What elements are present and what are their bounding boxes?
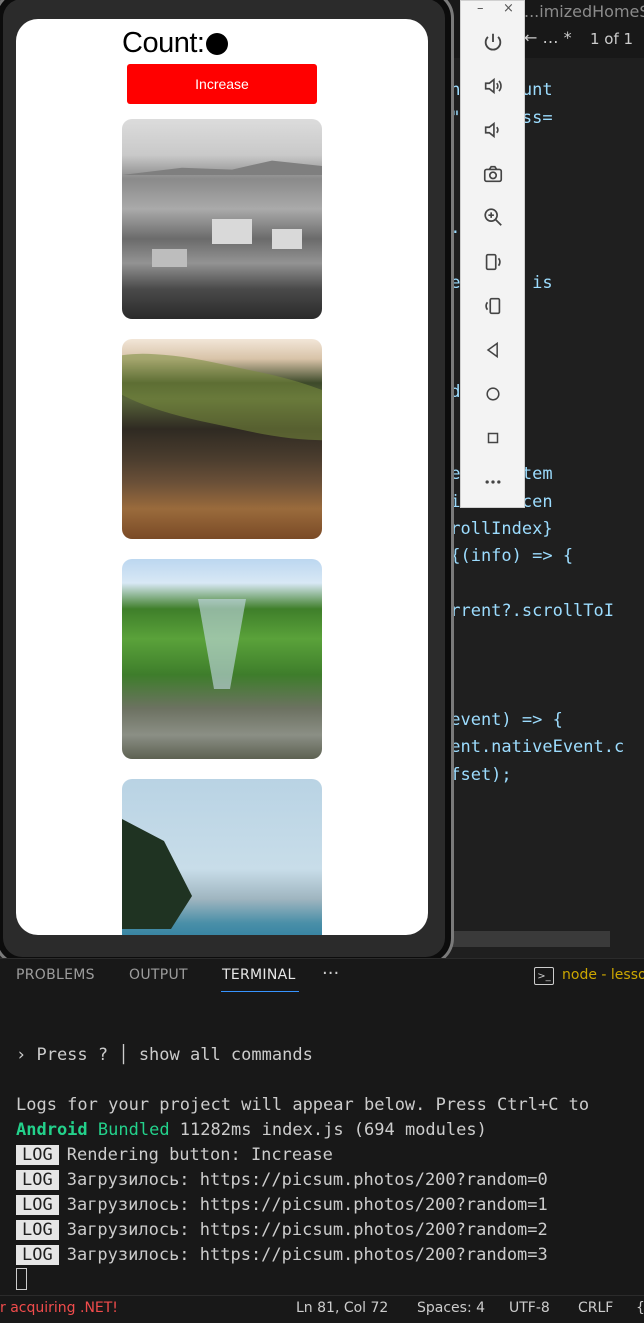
count-value-dot	[206, 33, 229, 55]
log-badge: LOG	[16, 1220, 59, 1240]
rotate-left-icon	[485, 253, 501, 271]
terminal-log-entry: LOG Загрузилось: https://picsum.photos/20…	[16, 1220, 548, 1240]
increase-button[interactable]: Increase	[127, 64, 317, 104]
log-badge: LOG	[16, 1145, 59, 1165]
beach-image	[122, 779, 322, 935]
log-text: Rendering button: Increase	[66, 1145, 333, 1165]
status-language[interactable]: {	[636, 1300, 644, 1316]
log-badge: LOG	[16, 1195, 59, 1215]
editor-tab-title[interactable]: ...imizedHomeSc	[524, 2, 644, 21]
code-line: (event) => {	[440, 710, 563, 730]
emulator-minimize-button[interactable]: –	[477, 1, 484, 16]
terminal-name[interactable]: node - lesso	[562, 967, 644, 983]
log-text: Загрузилось: https://picsum.photos/200?r…	[66, 1170, 548, 1190]
tab-output[interactable]: OUTPUT	[129, 967, 188, 983]
log-badge: LOG	[16, 1170, 59, 1190]
status-eol[interactable]: CRLF	[578, 1300, 613, 1316]
screenshot-button[interactable]	[479, 160, 507, 188]
log-image	[122, 339, 322, 539]
bundle-platform: Android	[16, 1120, 88, 1140]
forest-image	[122, 559, 322, 759]
zoom-button[interactable]	[479, 203, 507, 231]
camera-icon	[483, 165, 503, 183]
status-error[interactable]: r acquiring .NET!	[0, 1300, 118, 1316]
bundle-status: Bundled	[97, 1120, 170, 1140]
rotate-left-button[interactable]	[479, 248, 507, 276]
more-icon	[485, 480, 501, 484]
code-line: urrent?.scrollToI	[440, 601, 614, 621]
phone-screen[interactable]: Count: Increase	[16, 19, 428, 935]
back-button[interactable]	[479, 336, 507, 364]
editor-horizontal-scrollbar[interactable]	[440, 931, 610, 947]
find-widget-fragment: ← … *	[524, 28, 572, 47]
terminal-logs-info: Logs for your project will appear below.…	[16, 1095, 590, 1115]
emulator-toolbar: – ×	[460, 0, 525, 508]
log-text: Загрузилось: https://picsum.photos/200?r…	[66, 1245, 548, 1265]
status-encoding[interactable]: UTF-8	[509, 1300, 550, 1316]
log-text: Загрузилось: https://picsum.photos/200?r…	[66, 1220, 548, 1240]
city-image	[122, 119, 322, 319]
overview-button[interactable]	[479, 424, 507, 452]
count-label: Count:	[122, 26, 205, 59]
terminal-log-entry: LOG Загрузилось: https://picsum.photos/20…	[16, 1195, 548, 1215]
terminal-log-entry: LOG Rendering button: Increase	[16, 1145, 333, 1165]
terminal-log-entry: LOG Загрузилось: https://picsum.photos/20…	[16, 1245, 548, 1265]
zoom-in-icon	[484, 208, 502, 226]
status-bar: r acquiring .NET! Ln 81, Col 72 Spaces: …	[0, 1295, 644, 1323]
power-icon	[484, 33, 502, 51]
more-button[interactable]	[479, 468, 507, 496]
log-badge: LOG	[16, 1245, 59, 1265]
terminal-cursor	[16, 1268, 27, 1290]
back-icon	[486, 341, 498, 359]
rotate-right-button[interactable]	[479, 292, 507, 320]
volume-up-icon	[484, 77, 502, 95]
active-tab-indicator	[221, 991, 299, 992]
home-icon	[486, 387, 500, 401]
volume-up-button[interactable]	[479, 72, 507, 100]
log-text: Загрузилось: https://picsum.photos/200?r…	[66, 1195, 548, 1215]
emulator-close-button[interactable]: ×	[503, 1, 514, 16]
panel-more-button[interactable]: ···	[322, 963, 339, 984]
volume-down-icon	[484, 121, 499, 139]
rotate-right-icon	[485, 297, 501, 315]
bundle-details: 11282ms index.js (694 modules)	[169, 1120, 487, 1140]
terminal-prompt-line: › Press ? │ show all commands	[16, 1045, 313, 1065]
tab-terminal[interactable]: TERMINAL	[222, 967, 296, 983]
count-display: Count:	[122, 23, 229, 63]
terminal-log-entry: LOG Загрузилось: https://picsum.photos/20…	[16, 1170, 548, 1190]
status-indentation[interactable]: Spaces: 4	[417, 1300, 485, 1316]
code-line: crollIndex}	[440, 519, 553, 539]
tab-problems[interactable]: PROBLEMS	[16, 967, 95, 983]
status-cursor-position[interactable]: Ln 81, Col 72	[296, 1300, 388, 1316]
overview-icon	[487, 432, 499, 444]
terminal-icon: >_	[534, 967, 554, 985]
power-button[interactable]	[479, 28, 507, 56]
code-line: rent.nativeEvent.c	[440, 737, 625, 757]
code-line: ={(info) => {	[440, 546, 574, 566]
terminal-bundle-line: Android Bundled 11282ms index.js (694 mo…	[16, 1120, 487, 1140]
find-match-count: 1 of 1	[590, 30, 634, 48]
volume-down-button[interactable]	[479, 116, 507, 144]
home-button[interactable]	[479, 380, 507, 408]
